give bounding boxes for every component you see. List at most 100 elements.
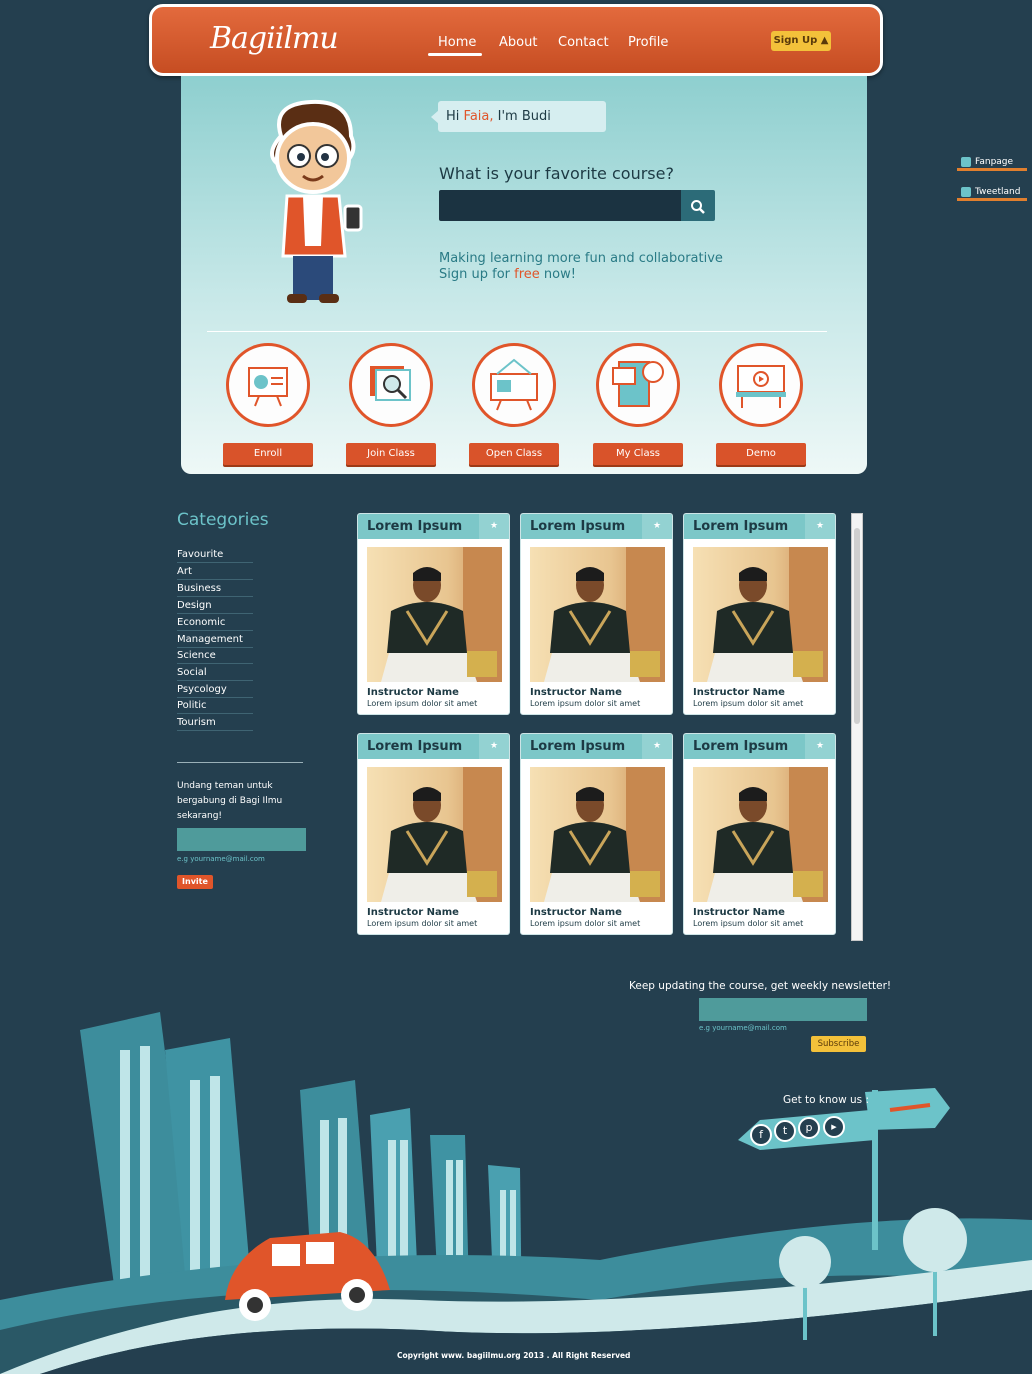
my-class-button[interactable]: My Class (593, 443, 683, 465)
twitter-icon (961, 187, 971, 197)
invite-email-hint: e.g yourname@mail.com (177, 855, 265, 863)
signup-button[interactable]: Sign Up ▲ (771, 31, 831, 51)
card-header: Lorem Ipsum ★ (358, 514, 509, 539)
course-card[interactable]: Lorem Ipsum ★ Instructor Name Lorem ipsum d… (683, 733, 836, 935)
newsletter-email-input[interactable] (699, 998, 867, 1021)
city-landscape-illustration (0, 1012, 1032, 1374)
scrollbar-thumb[interactable] (854, 528, 860, 724)
join-class-button[interactable]: Join Class (346, 443, 436, 465)
instructor-photo[interactable] (693, 547, 828, 682)
speech-bubble: Hi Faia, I'm Budi (438, 101, 606, 132)
card-description: Lorem ipsum dolor sit amet (693, 919, 804, 928)
instructor-name: Instructor Name (693, 687, 785, 698)
instructor-photo[interactable] (367, 547, 502, 682)
instructor-photo[interactable] (693, 767, 828, 902)
category-business[interactable]: Business (177, 583, 253, 597)
instructor-name: Instructor Name (530, 687, 622, 698)
demo-button[interactable]: Demo (716, 443, 806, 465)
open-class-icon[interactable] (472, 343, 556, 427)
footer-copyright: Copyright www. bagiilmu.org 2013 . All R… (397, 1351, 631, 1360)
card-title: Lorem Ipsum (367, 739, 463, 754)
card-header: Lorem Ipsum ★ (358, 734, 509, 759)
card-description: Lorem ipsum dolor sit amet (530, 699, 641, 708)
nav-profile[interactable]: Profile (628, 35, 668, 50)
hero-tagline: Making learning more fun and collaborati… (439, 251, 723, 282)
card-title: Lorem Ipsum (367, 519, 463, 534)
favorite-star-icon[interactable]: ★ (642, 734, 672, 759)
invite-email-input[interactable] (177, 828, 306, 851)
cards-scrollbar[interactable] (851, 513, 863, 941)
category-art[interactable]: Art (177, 566, 253, 580)
instructor-name: Instructor Name (367, 687, 459, 698)
category-science[interactable]: Science (177, 650, 253, 664)
instructor-name: Instructor Name (367, 907, 459, 918)
newsletter-email-hint: e.g yourname@mail.com (699, 1024, 787, 1032)
card-description: Lorem ipsum dolor sit amet (530, 919, 641, 928)
category-management[interactable]: Management (177, 634, 253, 648)
site-header: Bagiilmu Home About Contact Profile Sign… (149, 4, 883, 76)
card-title: Lorem Ipsum (530, 739, 626, 754)
course-card[interactable]: Lorem Ipsum ★ Instructor Name Lorem ipsum d… (683, 513, 836, 715)
course-card[interactable]: Lorem Ipsum ★ Instructor Name Lorem ipsum d… (357, 513, 510, 715)
my-class-icon[interactable] (596, 343, 680, 427)
category-favourite[interactable]: Favourite (177, 549, 253, 563)
invite-text: Undang teman untuk bergabung di Bagi Ilm… (177, 781, 283, 821)
open-class-button[interactable]: Open Class (469, 443, 559, 465)
fanpage-tab[interactable]: Fanpage (957, 157, 1027, 171)
category-economic[interactable]: Economic (177, 617, 253, 631)
site-logo[interactable]: Bagiilmu (210, 21, 339, 56)
twitter-icon[interactable]: t (774, 1120, 796, 1142)
instructor-photo[interactable] (530, 547, 665, 682)
subscribe-button[interactable]: Subscribe (811, 1036, 866, 1052)
card-header: Lorem Ipsum ★ (684, 514, 835, 539)
instructor-photo[interactable] (530, 767, 665, 902)
youtube-icon[interactable]: ▶ (823, 1116, 845, 1138)
nav-active-indicator (428, 53, 482, 56)
favorite-star-icon[interactable]: ★ (479, 734, 509, 759)
search-question: What is your favorite course? (439, 164, 674, 183)
facebook-icon (961, 157, 971, 167)
card-header: Lorem Ipsum ★ (521, 734, 672, 759)
instructor-name: Instructor Name (530, 907, 622, 918)
favorite-star-icon[interactable]: ★ (479, 514, 509, 539)
pinterest-icon[interactable]: p (798, 1117, 820, 1139)
facebook-icon[interactable]: f (750, 1124, 772, 1146)
hero-panel: Hi Faia, I'm Budi What is your favorite … (181, 76, 867, 474)
newsletter-text: Keep updating the course, get weekly new… (629, 980, 892, 992)
card-description: Lorem ipsum dolor sit amet (367, 919, 478, 928)
course-card[interactable]: Lorem Ipsum ★ Instructor Name Lorem ipsum d… (520, 733, 673, 935)
search-icon (691, 199, 705, 214)
card-header: Lorem Ipsum ★ (684, 734, 835, 759)
instructor-photo[interactable] (367, 767, 502, 902)
enroll-button[interactable]: Enroll (223, 443, 313, 465)
card-title: Lorem Ipsum (530, 519, 626, 534)
category-tourism[interactable]: Tourism (177, 717, 253, 731)
category-psycology[interactable]: Psycology (177, 684, 253, 698)
nav-home[interactable]: Home (438, 35, 476, 50)
favorite-star-icon[interactable]: ★ (805, 734, 835, 759)
card-title: Lorem Ipsum (693, 519, 789, 534)
instructor-name: Instructor Name (693, 907, 785, 918)
demo-icon[interactable] (719, 343, 803, 427)
category-politic[interactable]: Politic (177, 700, 253, 714)
enroll-icon[interactable] (226, 343, 310, 427)
favorite-star-icon[interactable]: ★ (805, 514, 835, 539)
category-social[interactable]: Social (177, 667, 253, 681)
sidebar-divider (177, 762, 303, 763)
category-design[interactable]: Design (177, 600, 253, 614)
categories-title: Categories (177, 510, 269, 530)
favorite-star-icon[interactable]: ★ (642, 514, 672, 539)
invite-button[interactable]: Invite (177, 875, 213, 889)
course-card[interactable]: Lorem Ipsum ★ Instructor Name Lorem ipsum d… (357, 733, 510, 935)
join-class-icon[interactable] (349, 343, 433, 427)
search-button[interactable] (681, 190, 715, 221)
nav-contact[interactable]: Contact (558, 35, 609, 50)
hero-divider (207, 331, 827, 332)
tweetland-tab[interactable]: Tweetland (957, 187, 1027, 201)
get-to-know-us-label: Get to know us : (783, 1094, 870, 1106)
course-search-input[interactable] (439, 190, 681, 221)
nav-about[interactable]: About (499, 35, 537, 50)
card-header: Lorem Ipsum ★ (521, 514, 672, 539)
course-card[interactable]: Lorem Ipsum ★ Instructor Name Lorem ipsum d… (520, 513, 673, 715)
card-description: Lorem ipsum dolor sit amet (367, 699, 478, 708)
